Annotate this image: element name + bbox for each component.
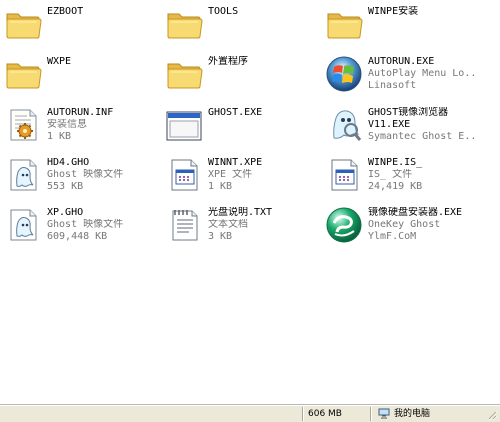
file-name: WXPE (47, 56, 72, 67)
folder-icon (164, 54, 204, 94)
file-label: GHOST.EXE (208, 107, 316, 119)
file-name: 镜像硬盘安装器.EXE (368, 207, 463, 218)
document-window-icon (324, 155, 364, 195)
file-item-xp-gho[interactable]: XP.GHO Ghost 映像文件 609,448 KB (0, 201, 158, 247)
status-divider (302, 407, 303, 421)
computer-icon (378, 408, 390, 419)
file-name: GHOST.EXE (208, 107, 263, 118)
file-label: WINNT.XPE XPE 文件 1 KB (208, 157, 316, 193)
folder-icon (3, 4, 43, 44)
file-item-ezboot[interactable]: EZBOOT (0, 0, 158, 46)
file-label: 镜像硬盘安装器.EXE OneKey Ghost YlmF.CoM (368, 207, 476, 243)
file-item-image-disk-installer[interactable]: 镜像硬盘安装器.EXE OneKey Ghost YlmF.CoM (321, 201, 479, 247)
folder-icon (164, 4, 204, 44)
file-size: 1 KB (47, 131, 72, 142)
document-window-icon (164, 155, 204, 195)
file-label: AUTORUN.INF 安装信息 1 KB (47, 107, 155, 143)
file-label: TOOLS (208, 6, 316, 18)
file-size: 24,419 KB (368, 181, 423, 192)
file-name: WINNT.XPE (208, 157, 263, 168)
status-location: 我的电脑 (394, 409, 431, 419)
explorer-window-content: EZBOOT TOOLS WINPE安装 WXPE 外置程序 AUTORUN.E… (0, 0, 500, 422)
file-label: HD4.GHO Ghost 映像文件 553 KB (47, 157, 155, 193)
file-item-autorun-inf[interactable]: AUTORUN.INF 安装信息 1 KB (0, 101, 158, 147)
application-window-icon (164, 105, 204, 145)
status-divider (370, 407, 371, 421)
file-name: GHOST镜像浏览器 (368, 107, 449, 118)
ghost-image-icon (3, 205, 43, 245)
folder-icon (324, 4, 364, 44)
file-item-wxpe[interactable]: WXPE (0, 50, 158, 96)
file-name: 外置程序 (208, 56, 248, 67)
file-item-ghost-explorer[interactable]: GHOST镜像浏览器 V11.EXE Symantec Ghost E... (321, 101, 479, 147)
resize-grip-icon[interactable] (486, 409, 498, 421)
onekey-ghost-icon (324, 205, 364, 245)
file-type: XPE 文件 (208, 169, 253, 180)
file-description: AutoPlay Menu Lo... (368, 68, 476, 79)
file-description: Symantec Ghost E... (368, 131, 476, 142)
file-name: HD4.GHO (47, 157, 90, 168)
file-item-disc-readme[interactable]: 光盘说明.TXT 文本文档 3 KB (161, 201, 319, 247)
file-size: 3 KB (208, 231, 233, 242)
file-item-ghost-exe[interactable]: GHOST.EXE (161, 101, 319, 147)
windows-logo-icon (324, 54, 364, 94)
file-description: OneKey Ghost (368, 219, 441, 230)
file-name: AUTORUN.EXE (368, 56, 435, 67)
file-name: WINPE.IS_ (368, 157, 423, 168)
file-type: Ghost 映像文件 (47, 219, 124, 230)
file-name: TOOLS (208, 6, 239, 17)
file-item-hd4-gho[interactable]: HD4.GHO Ghost 映像文件 553 KB (0, 151, 158, 197)
file-company: YlmF.CoM (368, 231, 417, 242)
ghost-explorer-icon (324, 105, 364, 145)
file-name: EZBOOT (47, 6, 155, 18)
status-size: 606 MB (308, 409, 342, 419)
file-label: 外置程序 (208, 56, 316, 68)
file-name: WINPE安装 (368, 6, 419, 17)
file-label: XP.GHO Ghost 映像文件 609,448 KB (47, 207, 155, 243)
file-size: 553 KB (47, 181, 84, 192)
file-item-winpe-is[interactable]: WINPE.IS_ IS_ 文件 24,419 KB (321, 151, 479, 197)
file-label: WINPE安装 (368, 6, 476, 18)
file-label: EZBOOT (47, 6, 155, 18)
file-type: 安装信息 (47, 119, 87, 130)
file-label: WINPE.IS_ IS_ 文件 24,419 KB (368, 157, 476, 193)
file-item-autorun-exe[interactable]: AUTORUN.EXE AutoPlay Menu Lo... Linasoft (321, 50, 479, 96)
setup-info-icon (3, 105, 43, 145)
file-item-winnt-xpe[interactable]: WINNT.XPE XPE 文件 1 KB (161, 151, 319, 197)
file-grid[interactable]: EZBOOT TOOLS WINPE安装 WXPE 外置程序 AUTORUN.E… (0, 0, 480, 405)
file-label: AUTORUN.EXE AutoPlay Menu Lo... Linasoft (368, 56, 476, 92)
status-bar: 606 MB 我的电脑 (0, 404, 500, 422)
ghost-image-icon (3, 155, 43, 195)
file-name: XP.GHO (47, 207, 84, 218)
file-name-continued: V11.EXE (368, 119, 411, 130)
file-label: 光盘说明.TXT 文本文档 3 KB (208, 207, 316, 243)
file-item-external-programs[interactable]: 外置程序 (161, 50, 319, 96)
folder-icon (3, 54, 43, 94)
file-type: Ghost 映像文件 (47, 169, 124, 180)
file-item-tools[interactable]: TOOLS (161, 0, 319, 46)
vertical-scroll-area[interactable] (481, 0, 500, 405)
file-name: AUTORUN.INF (47, 107, 114, 118)
file-label: GHOST镜像浏览器 V11.EXE Symantec Ghost E... (368, 107, 476, 143)
file-size: 1 KB (208, 181, 233, 192)
file-company: Linasoft (368, 80, 417, 91)
text-document-icon (164, 205, 204, 245)
file-type: IS_ 文件 (368, 169, 413, 180)
file-name: 光盘说明.TXT (208, 207, 273, 218)
file-item-winpe-install[interactable]: WINPE安装 (321, 0, 479, 46)
file-size: 609,448 KB (47, 231, 108, 242)
file-type: 文本文档 (208, 219, 248, 230)
file-label: WXPE (47, 56, 155, 68)
